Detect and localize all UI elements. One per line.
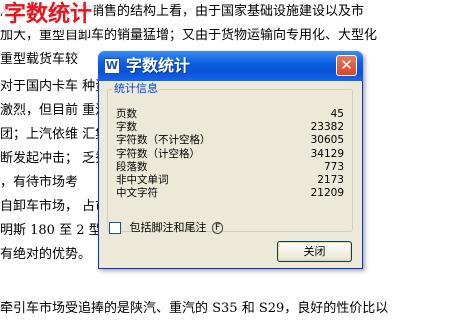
dialog-titlebar[interactable]: W 字数统计 ✕ <box>98 51 363 81</box>
close-icon[interactable]: ✕ <box>336 55 357 76</box>
overlay-title: 字数统计 <box>2 0 95 30</box>
close-button[interactable]: 关闭 <box>277 241 352 262</box>
stat-row-pages: 页数 45 <box>116 108 344 121</box>
word-app-icon: W <box>104 58 120 74</box>
stat-label: 中文字符 <box>116 187 158 200</box>
checkbox-label: 包括脚注和尾注 <box>129 221 207 234</box>
stat-row-chinese-chars: 中文字符 21209 <box>116 187 344 200</box>
stat-row-non-chinese-words: 非中文单词 2173 <box>116 174 344 187</box>
dialog-title: 字数统计 <box>126 56 191 75</box>
word-count-dialog: W 字数统计 ✕ 统计信息 页数 45 字数 23382 字符数（不计空格） 3… <box>98 51 363 269</box>
stat-label: 段落数 <box>116 160 148 173</box>
stat-label: 字数 <box>116 121 137 134</box>
include-footnotes-checkbox[interactable] <box>109 222 121 234</box>
stat-label: 页数 <box>116 108 137 120</box>
stat-value: 30605 <box>310 134 344 147</box>
stat-value: 2173 <box>317 174 344 186</box>
statistics-group: 统计信息 页数 45 字数 23382 字符数（不计空格） 30605 字符数（… <box>107 82 353 232</box>
stat-value: 34129 <box>310 147 344 160</box>
stat-value: 773 <box>323 160 344 173</box>
stat-label: 字符数（计空格） <box>116 147 200 160</box>
shortcut-key: F <box>212 222 224 234</box>
stat-label: 非中文单词 <box>116 174 169 186</box>
stat-row-words: 字数 23382 <box>116 121 344 134</box>
stat-value: 21209 <box>310 187 344 200</box>
stat-value: 45 <box>330 108 344 120</box>
stat-row-paragraphs: 段落数 773 <box>116 161 344 174</box>
stat-row-chars-with-spaces: 字符数（计空格） 34129 <box>116 148 344 161</box>
stat-value: 23382 <box>310 121 344 134</box>
group-label: 统计信息 <box>112 82 160 96</box>
doc-line: 牵引车市场受追捧的是陕汽、重汽的 S35 和 S29，良好的性价比以 <box>0 301 389 316</box>
stat-label: 字符数（不计空格） <box>116 134 211 147</box>
include-footnotes-option[interactable]: 包括脚注和尾注 F <box>109 221 224 235</box>
stat-row-chars-no-spaces: 字符数（不计空格） 30605 <box>116 134 344 147</box>
